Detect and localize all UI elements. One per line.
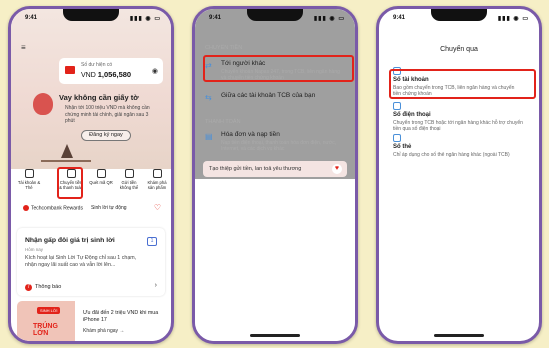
balance-label: Số dư hiện có [81,62,113,68]
balance-currency: VND [81,72,96,79]
gift-card-label: Tạo thiệp gửi tiền, lan toả yêu thương [209,166,302,172]
promo-image: SINH LỜI TRÚNG LỚN [17,301,75,341]
highlight-account-number [389,69,536,99]
promo-title: Vay không cần giấy tờ [59,93,139,102]
menu-icon[interactable]: ≡ [21,43,26,52]
referral-badge: 1 [147,237,157,246]
status-icons: ▮▮▮ ◉ ▭ [497,16,529,22]
quick-action-accounts[interactable]: Tài khoản & Thẻ [17,169,41,190]
referral-title: Nhận gấp đôi giá trị sinh lời [25,237,115,244]
quick-action-explore[interactable]: Khám phá sản phẩm [145,169,169,190]
notice-icon: 7 [25,284,32,291]
option-card-number[interactable]: Số thẻ Chỉ áp dụng cho số thẻ ngân hàng … [393,134,525,164]
section-payment-label: THANH TOÁN [205,119,241,125]
bill-icon: ▤ [205,132,213,141]
option-card-number-title: Số thẻ [393,144,412,150]
phone-icon [393,102,401,110]
status-bar: 9:41 ▮▮▮ ◉ ▭ [11,13,171,25]
account-card[interactable]: Số dư hiện có VND 1,056,580 ◉ [59,58,163,84]
heart-icon: ♥ [332,164,342,174]
referral-date: Hôm nay [25,247,44,252]
bill-payment[interactable]: ▤ Hóa đơn và nạp tiền Nạp tiền điện thoạ… [205,131,345,155]
option-phone-number-sub: Chuyển trong TCB hoặc tới ngân hàng khác… [393,120,523,132]
rewards-link[interactable]: Techcombank Rewards [23,205,83,211]
status-time: 9:41 [393,15,406,21]
rewards-row: Techcombank Rewards Sinh lời tự động ♡ [17,203,165,219]
transfer-between-accounts[interactable]: ⇆ Giữa các tài khoản TCB của bạn [205,92,345,104]
quick-actions: Tài khoản & Thẻ Chuyển tiền & thanh toán… [17,169,167,199]
balance-value: VND 1,056,580 [81,70,131,79]
balance-amount: 1,056,580 [97,70,132,79]
status-icons: ▮▮▮ ◉ ▭ [129,16,161,22]
heart-icon[interactable]: ♡ [154,203,161,212]
option-phone-number[interactable]: Số điện thoại Chuyển trong TCB hoặc tới … [393,102,525,132]
phone-transfer-menu: 9:41 ▮▮▮ ◉ ▭ CHUYỂN TIỀN ⇄ Tới người khá… [192,6,358,344]
option-phone-number-title: Số điện thoại [393,112,431,118]
card-icon [24,169,34,178]
quick-action-qr[interactable]: Quét mã QR [89,169,113,185]
status-time: 9:41 [25,15,38,21]
status-bar: 9:41 ▮▮▮ ◉ ▭ [379,13,539,25]
home-indicator [434,334,484,337]
status-time: 9:41 [209,15,222,21]
notice-link[interactable]: 7 Thông báo [25,284,61,291]
rewards-icon [23,205,29,211]
chevron-right-icon[interactable]: › [155,282,157,289]
qr-icon [96,169,106,178]
eye-icon[interactable]: ◉ [152,67,158,75]
referral-card[interactable]: Nhận gấp đôi giá trị sinh lời 1 Hôm nay … [17,228,165,296]
bank-icon [152,169,162,178]
deposit-icon [124,169,134,178]
section-transfer-label: CHUYỂN TIỀN [205,45,243,51]
home-indicator [250,334,300,337]
transfer-between-title: Giữa các tài khoản TCB của bạn [221,92,316,99]
money-bag-icon [33,93,53,115]
bill-payment-sub: Nạp tiền điện thoại, thanh toán hóa đơn … [221,140,336,152]
card-icon [393,134,401,142]
register-button[interactable]: Đăng ký ngay [81,130,131,141]
status-icons: ▮▮▮ ◉ ▭ [313,16,345,22]
referral-text: Kích hoạt lại Sinh Lời Tự Động chỉ sau 1… [25,255,137,268]
promo-card-title: Ưu đãi đến 2 triệu VND khi mua iPhone 17 [83,310,159,323]
phone-home-screen: 9:41 ▮▮▮ ◉ ▭ ≡ Số dư hiện có VND 1,056,5… [8,6,174,344]
sheet-title: Chuyển qua [440,46,478,53]
boat-illustration [41,144,91,162]
highlight-transfer-to-others [203,55,354,82]
promo-card-link[interactable]: Khám phá ngay → [83,328,124,334]
option-card-number-sub: Chỉ áp dụng cho số thẻ ngân hàng khác (n… [393,152,510,158]
promo-big-text: TRÚNG LỚN [33,323,58,337]
gift-card-row[interactable]: Tạo thiệp gửi tiền, lan toả yêu thương ♥ [203,161,347,177]
swap-icon: ⇆ [205,93,212,102]
bank-logo-icon [65,66,75,74]
phone-transfer-via: 9:41 ▮▮▮ ◉ ▭ Chuyển qua Số tài khoản Bao… [376,6,542,344]
status-bar: 9:41 ▮▮▮ ◉ ▭ [195,13,355,25]
bill-payment-title: Hóa đơn và nạp tiền [221,131,280,138]
promo-text: Nhận tới 100 triệu VND mà không cần chứn… [65,105,150,124]
quick-action-deposit[interactable]: Gửi tiền không thể [117,169,141,190]
hero-background [11,9,171,169]
auto-profit-link[interactable]: Sinh lời tự động [91,205,127,211]
highlight-transfer [57,167,83,199]
iphone-promo-card[interactable]: SINH LỜI TRÚNG LỚN Ưu đãi đến 2 triệu VN… [17,301,165,341]
promo-tag: SINH LỜI [37,307,61,314]
